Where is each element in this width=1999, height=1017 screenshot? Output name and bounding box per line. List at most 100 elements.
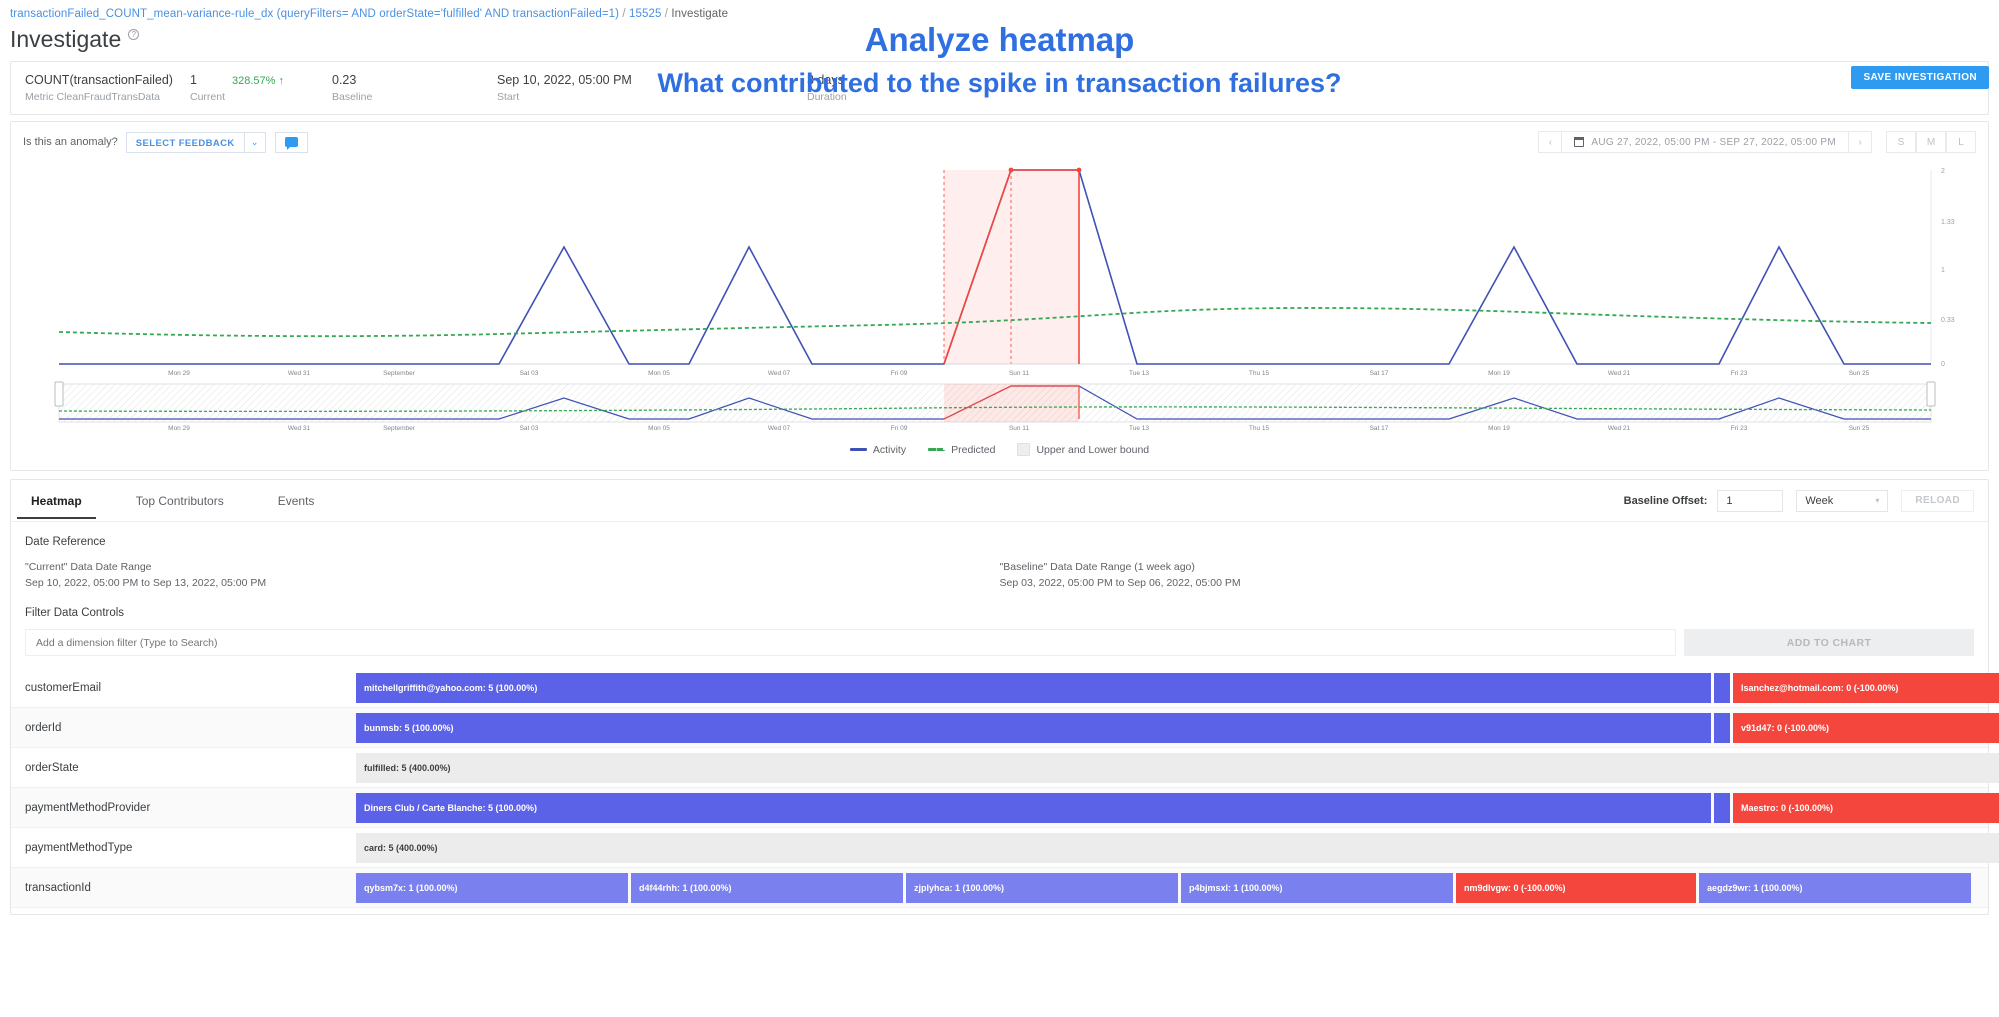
main-plot: 2 1.33 1 0.33 0 [58, 167, 1955, 368]
svg-text:September: September [383, 425, 416, 432]
heatmap-cell[interactable] [1714, 712, 1730, 743]
heatmap-dimension-label: customerEmail [25, 681, 102, 694]
select-feedback-button[interactable]: SELECT FEEDBACK [125, 131, 244, 153]
heatmap-cell[interactable]: lsanchez@hotmail.com: 0 (-100.00%) [1733, 672, 1999, 703]
svg-text:Sat 17: Sat 17 [1370, 425, 1389, 432]
tab-heatmap[interactable]: Heatmap [17, 482, 96, 519]
svg-text:Wed 31: Wed 31 [288, 425, 311, 432]
dimension-filter-input[interactable] [25, 629, 1676, 656]
size-medium-button[interactable]: M [1916, 131, 1946, 153]
svg-text:Sat 03: Sat 03 [520, 370, 539, 377]
metric-start-col: Sep 10, 2022, 05:00 PM Start [497, 73, 807, 103]
svg-text:Fri 09: Fri 09 [891, 425, 908, 432]
date-range-display[interactable]: AUG 27, 2022, 05:00 PM - SEP 27, 2022, 0… [1562, 131, 1848, 153]
table-row: orderId bunmsb: 5 (100.00%) v91d47: 0 (-… [11, 708, 1999, 748]
heatmap-cell[interactable]: fulfilled: 5 (400.00%) [356, 752, 1999, 783]
metric-source: Metric CleanFraudTransData [25, 91, 160, 103]
timeseries-chart[interactable]: 2 1.33 1 0.33 0 Mon 29 Wed 31 September … [19, 162, 1978, 432]
legend-label-bounds: Upper and Lower bound [1036, 443, 1150, 456]
heatmap-dimension-label: orderId [25, 721, 62, 734]
breadcrumb-id[interactable]: 15525 [629, 8, 661, 20]
range-prev-button[interactable]: ‹ [1538, 131, 1563, 153]
navigator-x-labels: Mon 29 Wed 31 September Sat 03 Mon 05 We… [168, 425, 1870, 432]
heatmap-cell[interactable]: zjplyhca: 1 (100.00%) [906, 872, 1178, 903]
metric-current-value: 1 [190, 73, 197, 87]
heatmap-dimension-label: transactionId [25, 881, 91, 894]
svg-text:September: September [383, 370, 416, 377]
breadcrumb: transactionFailed_COUNT_mean-variance-ru… [10, 8, 1989, 20]
analysis-tabs: Heatmap Top Contributors Events Baseline… [11, 480, 1988, 522]
heatmap-cells: card: 5 (400.00%) [356, 828, 1999, 867]
svg-text:Thu 15: Thu 15 [1249, 370, 1270, 377]
legend-item-bounds[interactable]: Upper and Lower bound [1017, 443, 1149, 456]
metric-name: COUNT(transactionFailed) [25, 73, 173, 87]
chart-panel: Is this an anomaly? SELECT FEEDBACK ⌄ ‹ … [10, 121, 1989, 471]
heatmap-cell[interactable]: aegdz9wr: 1 (100.00%) [1699, 872, 1971, 903]
svg-text:Tue 13: Tue 13 [1129, 425, 1149, 432]
svg-text:Sun 25: Sun 25 [1849, 425, 1870, 432]
add-to-chart-button[interactable]: ADD TO CHART [1684, 629, 1974, 656]
metric-summary-card: COUNT(transactionFailed) Metric CleanFra… [10, 61, 1989, 115]
svg-text:Sun 25: Sun 25 [1849, 370, 1870, 377]
heatmap-cell[interactable]: card: 5 (400.00%) [356, 832, 1999, 863]
tab-events[interactable]: Events [272, 482, 321, 519]
breadcrumb-metric[interactable]: transactionFailed_COUNT_mean-variance-ru… [10, 8, 619, 20]
size-small-button[interactable]: S [1886, 131, 1916, 153]
comment-button[interactable] [274, 131, 308, 153]
current-range-title: "Current" Data Date Range [25, 561, 152, 573]
baseline-range-value: Sep 03, 2022, 05:00 PM to Sep 06, 2022, … [999, 577, 1241, 589]
navigator-handle-left [54, 381, 64, 407]
metric-duration-label: Duration [807, 91, 847, 103]
comment-icon [284, 137, 298, 150]
svg-text:Fri 23: Fri 23 [1731, 370, 1748, 377]
analysis-panel: Heatmap Top Contributors Events Baseline… [10, 479, 1999, 915]
size-toggle-group: S M L [1886, 131, 1976, 153]
chevron-down-icon[interactable]: ⌄ [243, 131, 266, 153]
page-header: transactionFailed_COUNT_mean-variance-ru… [0, 0, 1999, 53]
heatmap-cell[interactable] [1714, 672, 1730, 703]
heatmap-cell[interactable]: d4f44rhh: 1 (100.00%) [631, 872, 903, 903]
chart-legend: Activity Predicted Upper and Lower bound [19, 437, 1980, 466]
legend-label-activity: Activity [872, 443, 907, 456]
size-large-button[interactable]: L [1946, 131, 1976, 153]
legend-swatch-bounds [1017, 443, 1031, 456]
heatmap-cell[interactable]: Diners Club / Carte Blanche: 5 (100.00%) [356, 792, 1711, 823]
svg-text:Wed 21: Wed 21 [1608, 370, 1631, 377]
heatmap-cell[interactable]: Maestro: 0 (-100.00%) [1733, 792, 1999, 823]
heatmap-table: customerEmail mitchellgriffith@yahoo.com… [11, 668, 1999, 908]
svg-text:Sat 17: Sat 17 [1370, 370, 1389, 377]
svg-text:1.33: 1.33 [1941, 219, 1955, 226]
baseline-offset-unit-select[interactable]: Week ▾ [1796, 489, 1889, 512]
heatmap-cell[interactable]: mitchellgriffith@yahoo.com: 5 (100.00%) [356, 672, 1711, 703]
metric-delta-col: 328.57% ↑ [232, 73, 332, 88]
range-next-button[interactable]: › [1848, 131, 1872, 153]
save-investigation-button[interactable]: SAVE INVESTIGATION [1851, 66, 1989, 89]
heatmap-dimension-label: paymentMethodProvider [25, 801, 151, 814]
svg-text:Wed 07: Wed 07 [768, 370, 791, 377]
heatmap-cell[interactable] [1714, 792, 1730, 823]
legend-item-activity[interactable]: Activity [849, 443, 907, 456]
reload-button[interactable]: RELOAD [1901, 489, 1974, 512]
chart-toolbar: Is this an anomaly? SELECT FEEDBACK ⌄ ‹ … [11, 122, 1988, 162]
baseline-offset-input[interactable] [1717, 489, 1784, 512]
svg-text:Mon 29: Mon 29 [168, 370, 190, 377]
heatmap-cells: Diners Club / Carte Blanche: 5 (100.00%)… [356, 788, 1999, 827]
svg-text:0.33: 0.33 [1941, 317, 1955, 324]
heatmap-cell[interactable]: qybsm7x: 1 (100.00%) [356, 872, 628, 903]
filter-row: ADD TO CHART [25, 629, 1974, 656]
breadcrumb-separator-1: / [622, 8, 629, 20]
heatmap-cell[interactable]: v91d47: 0 (-100.00%) [1733, 712, 1999, 743]
date-reference-grid: "Current" Data Date Range Sep 10, 2022, … [25, 561, 1974, 589]
metric-duration-value: 3 days [807, 73, 844, 87]
heatmap-cell[interactable]: bunmsb: 5 (100.00%) [356, 712, 1711, 743]
help-icon[interactable]: ? [128, 29, 140, 40]
navigator-handle-right [1926, 381, 1936, 407]
tab-top-contributors[interactable]: Top Contributors [130, 482, 230, 519]
anomaly-question-label: Is this an anomaly? [23, 136, 118, 148]
heatmap-cell[interactable]: p4bjmsxl: 1 (100.00%) [1181, 872, 1453, 903]
svg-text:Thu 15: Thu 15 [1249, 425, 1270, 432]
heatmap-cell[interactable]: nm9dlvgw: 0 (-100.00%) [1456, 872, 1696, 903]
legend-item-predicted[interactable]: Predicted [928, 443, 995, 456]
svg-text:Wed 31: Wed 31 [288, 370, 311, 377]
date-range-text: AUG 27, 2022, 05:00 PM - SEP 27, 2022, 0… [1591, 136, 1836, 148]
